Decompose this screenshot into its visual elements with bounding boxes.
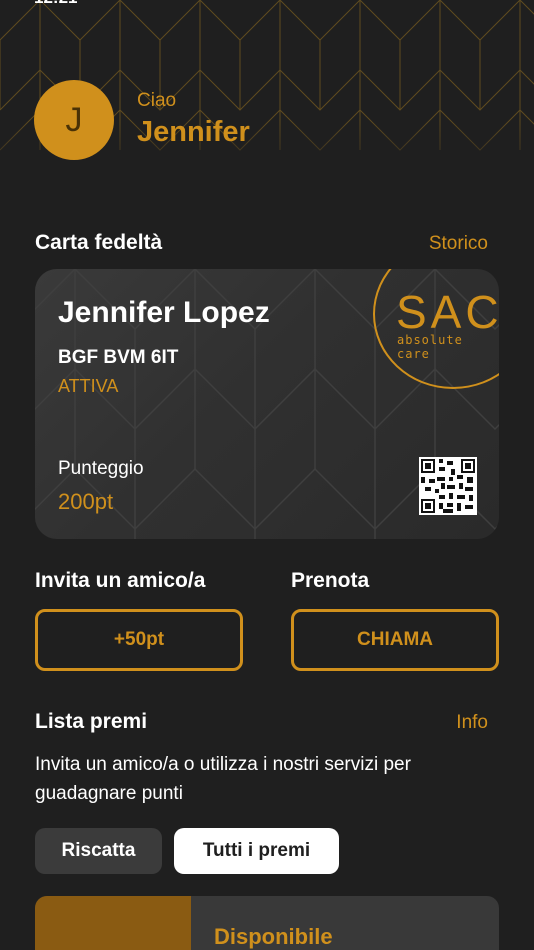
loyalty-card[interactable]: SAC absolute care Jennifer Lopez BGF BVM…: [35, 269, 499, 539]
rewards-info-link[interactable]: Info: [456, 712, 488, 734]
card-holder-name: Jennifer Lopez: [58, 296, 270, 329]
invite-title: Invita un amico/a: [35, 569, 206, 592]
score-value: 200pt: [58, 489, 114, 514]
avatar-initial: J: [65, 100, 83, 139]
score-label: Punteggio: [58, 458, 144, 479]
card-code: BGF BVM 6IT: [58, 347, 179, 368]
invite-friend-button[interactable]: +50pt: [35, 609, 243, 671]
loyalty-card-title: Carta fedeltà: [35, 231, 163, 254]
filter-all-rewards-button[interactable]: Tutti i premi: [174, 828, 339, 874]
avatar[interactable]: J: [34, 80, 114, 160]
rewards-description: Invita un amico/a o utilizza i nostri se…: [35, 754, 411, 804]
call-button[interactable]: CHIAMA: [291, 609, 499, 671]
card-status: ATTIVA: [58, 376, 119, 396]
filter-redeem-button[interactable]: Riscatta: [35, 828, 162, 874]
reward-image: [35, 896, 191, 950]
status-time: 12:21: [34, 0, 77, 8]
rewards-list-title: Lista premi: [35, 710, 148, 733]
brand-logo-text: SAC: [396, 286, 499, 338]
user-first-name: Jennifer: [137, 116, 250, 148]
history-link[interactable]: Storico: [429, 233, 488, 255]
booking-title: Prenota: [291, 569, 370, 592]
status-bar: 12:21: [0, 0, 534, 10]
qr-code-icon[interactable]: [419, 457, 477, 515]
reward-list-item[interactable]: Disponibile: [35, 896, 499, 950]
reward-status: Disponibile: [214, 924, 333, 949]
brand-logo-tagline: absolute care: [397, 333, 463, 361]
greeting-text: Ciao: [137, 90, 177, 111]
